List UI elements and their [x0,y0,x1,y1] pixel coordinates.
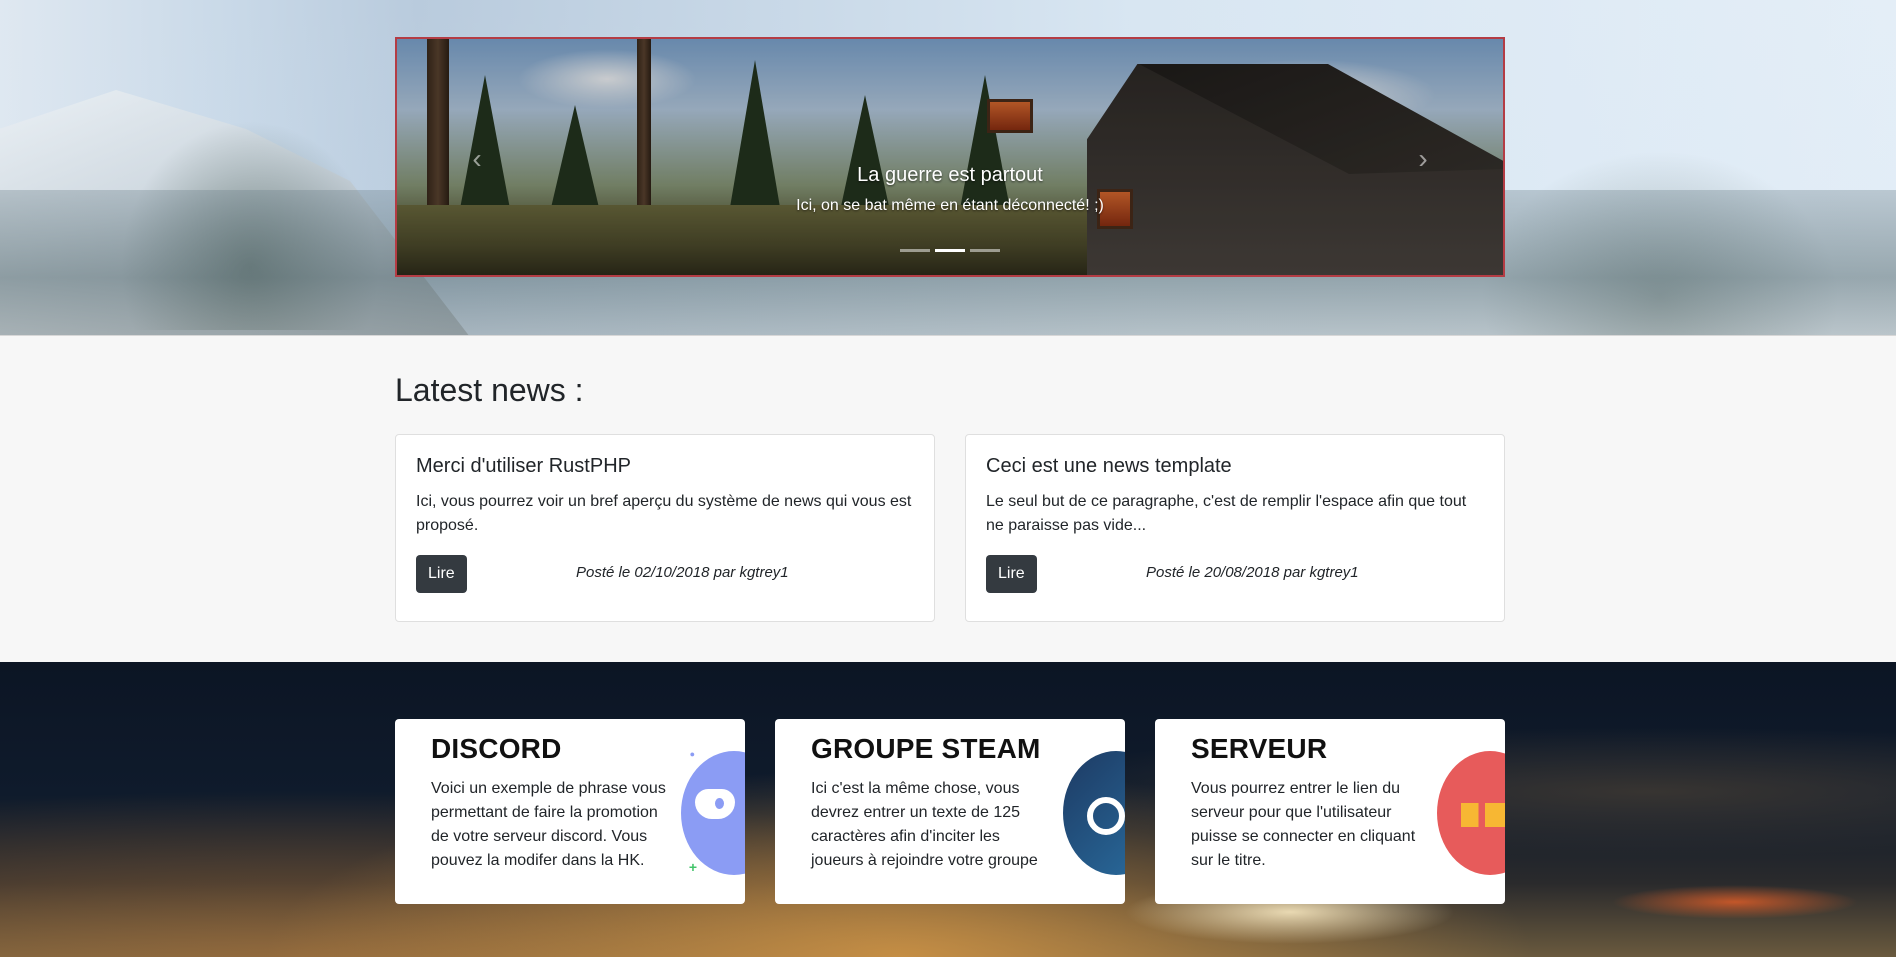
sparkle-icon: ● [689,749,695,759]
carousel-caption: La guerre est partout Ici, on se bat mêm… [397,164,1503,215]
hero-section: ‹ › La guerre est partout Ici, on se bat… [0,0,1896,336]
server-card[interactable]: SERVEUR Vous pourrez entrer le lien du s… [1155,719,1505,904]
discord-card[interactable]: DISCORD Voici un exemple de phrase vous … [395,719,745,904]
steam-card[interactable]: GROUPE STEAM Ici c'est la même chose, vo… [775,719,1125,904]
sparkle-icon: + [688,859,697,875]
news-title: Merci d'utiliser RustPHP [416,455,631,477]
carousel-indicator-3[interactable] [970,249,1000,252]
news-text: Le seul but de ce paragraphe, c'est de r… [986,493,1467,534]
carousel-image-overlay [397,39,1503,275]
steam-title[interactable]: GROUPE STEAM [811,733,1089,765]
news-heading: Latest news : [395,372,584,408]
carousel-indicators [397,249,1503,252]
server-icon [1461,803,1505,827]
news-card: Ceci est une news template Le seul but d… [965,434,1505,622]
carousel[interactable]: ‹ › La guerre est partout Ici, on se bat… [395,37,1505,277]
community-section: DISCORD Voici un exemple de phrase vous … [0,662,1896,957]
news-title: Ceci est une news template [986,455,1232,477]
read-button[interactable]: Lire [986,555,1037,593]
carousel-indicator-1[interactable] [900,249,930,252]
news-meta: Posté le 20/08/2018 par kgtrey1 [1146,564,1359,581]
news-text: Ici, vous pourrez voir un bref aperçu du… [416,493,912,534]
server-text: Vous pourrez entrer le lien du serveur p… [1191,780,1416,869]
discord-title[interactable]: DISCORD [431,733,709,765]
steam-icon [1087,797,1125,835]
discord-icon [695,789,735,819]
news-section: Latest news : Merci d'utiliser RustPHP I… [0,336,1896,662]
carousel-slide-title: La guerre est partout [857,164,1043,186]
carousel-indicator-2[interactable] [935,249,965,252]
discord-text: Voici un exemple de phrase vous permetta… [431,780,666,869]
news-card: Merci d'utiliser RustPHP Ici, vous pourr… [395,434,935,622]
news-meta: Posté le 02/10/2018 par kgtrey1 [576,564,789,581]
read-button[interactable]: Lire [416,555,467,593]
carousel-slide-text: Ici, on se bat même en étant déconnecté!… [796,197,1104,214]
steam-text: Ici c'est la même chose, vous devrez ent… [811,780,1038,869]
server-title[interactable]: SERVEUR [1191,733,1469,765]
